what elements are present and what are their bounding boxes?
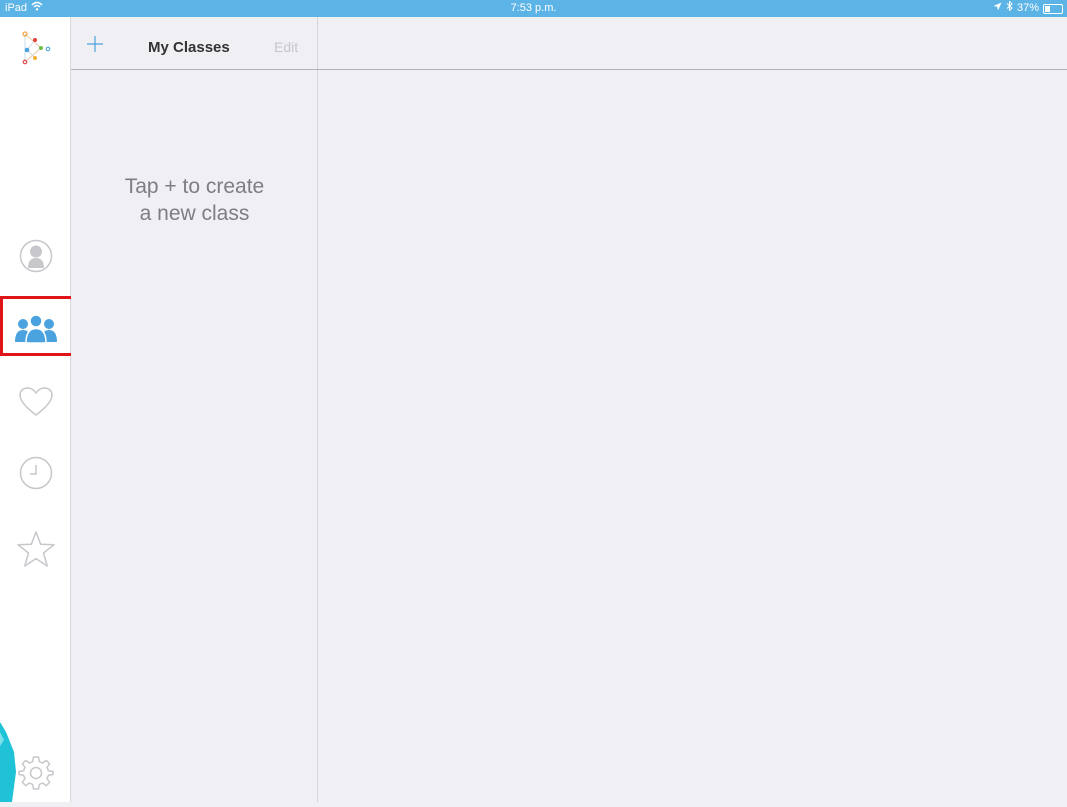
battery-icon [1043, 3, 1063, 14]
sidebar-item-favorites[interactable] [0, 384, 71, 424]
selection-highlight [0, 296, 80, 356]
empty-state-message: Tap + to create a new class [71, 173, 318, 227]
battery-fill [1045, 5, 1050, 12]
location-arrow-icon [993, 0, 1002, 17]
status-bar: iPad 7:53 p.m. 37% [0, 0, 1067, 17]
plus-icon [87, 36, 103, 52]
gear-icon [17, 754, 54, 795]
nav-left: My Classes Edit [71, 17, 318, 69]
classes-list-pane [71, 17, 318, 802]
clock-icon [19, 456, 53, 495]
status-time: 7:53 p.m. [510, 2, 557, 14]
detail-pane [318, 70, 1067, 802]
teal-edge-decoration [0, 722, 16, 802]
page-title: My Classes [148, 39, 230, 56]
bluetooth-icon [1006, 0, 1013, 17]
empty-state-line-1: Tap + to create [124, 175, 265, 198]
status-right: 37% [993, 0, 1063, 17]
sidebar-item-starred[interactable] [0, 529, 71, 573]
sidebar-item-history[interactable] [0, 455, 71, 495]
person-circle-icon [19, 239, 53, 278]
nav-bar: My Classes Edit [71, 17, 1067, 70]
battery-percent: 37% [1016, 2, 1039, 14]
add-class-button[interactable] [87, 36, 103, 52]
star-icon [16, 530, 56, 573]
app-logo[interactable] [0, 28, 71, 68]
empty-state-line-2: a new class [139, 202, 250, 225]
sidebar [0, 17, 71, 802]
edit-button[interactable]: Edit [274, 39, 298, 55]
heart-icon [18, 386, 54, 423]
sidebar-item-profile[interactable] [0, 238, 71, 278]
